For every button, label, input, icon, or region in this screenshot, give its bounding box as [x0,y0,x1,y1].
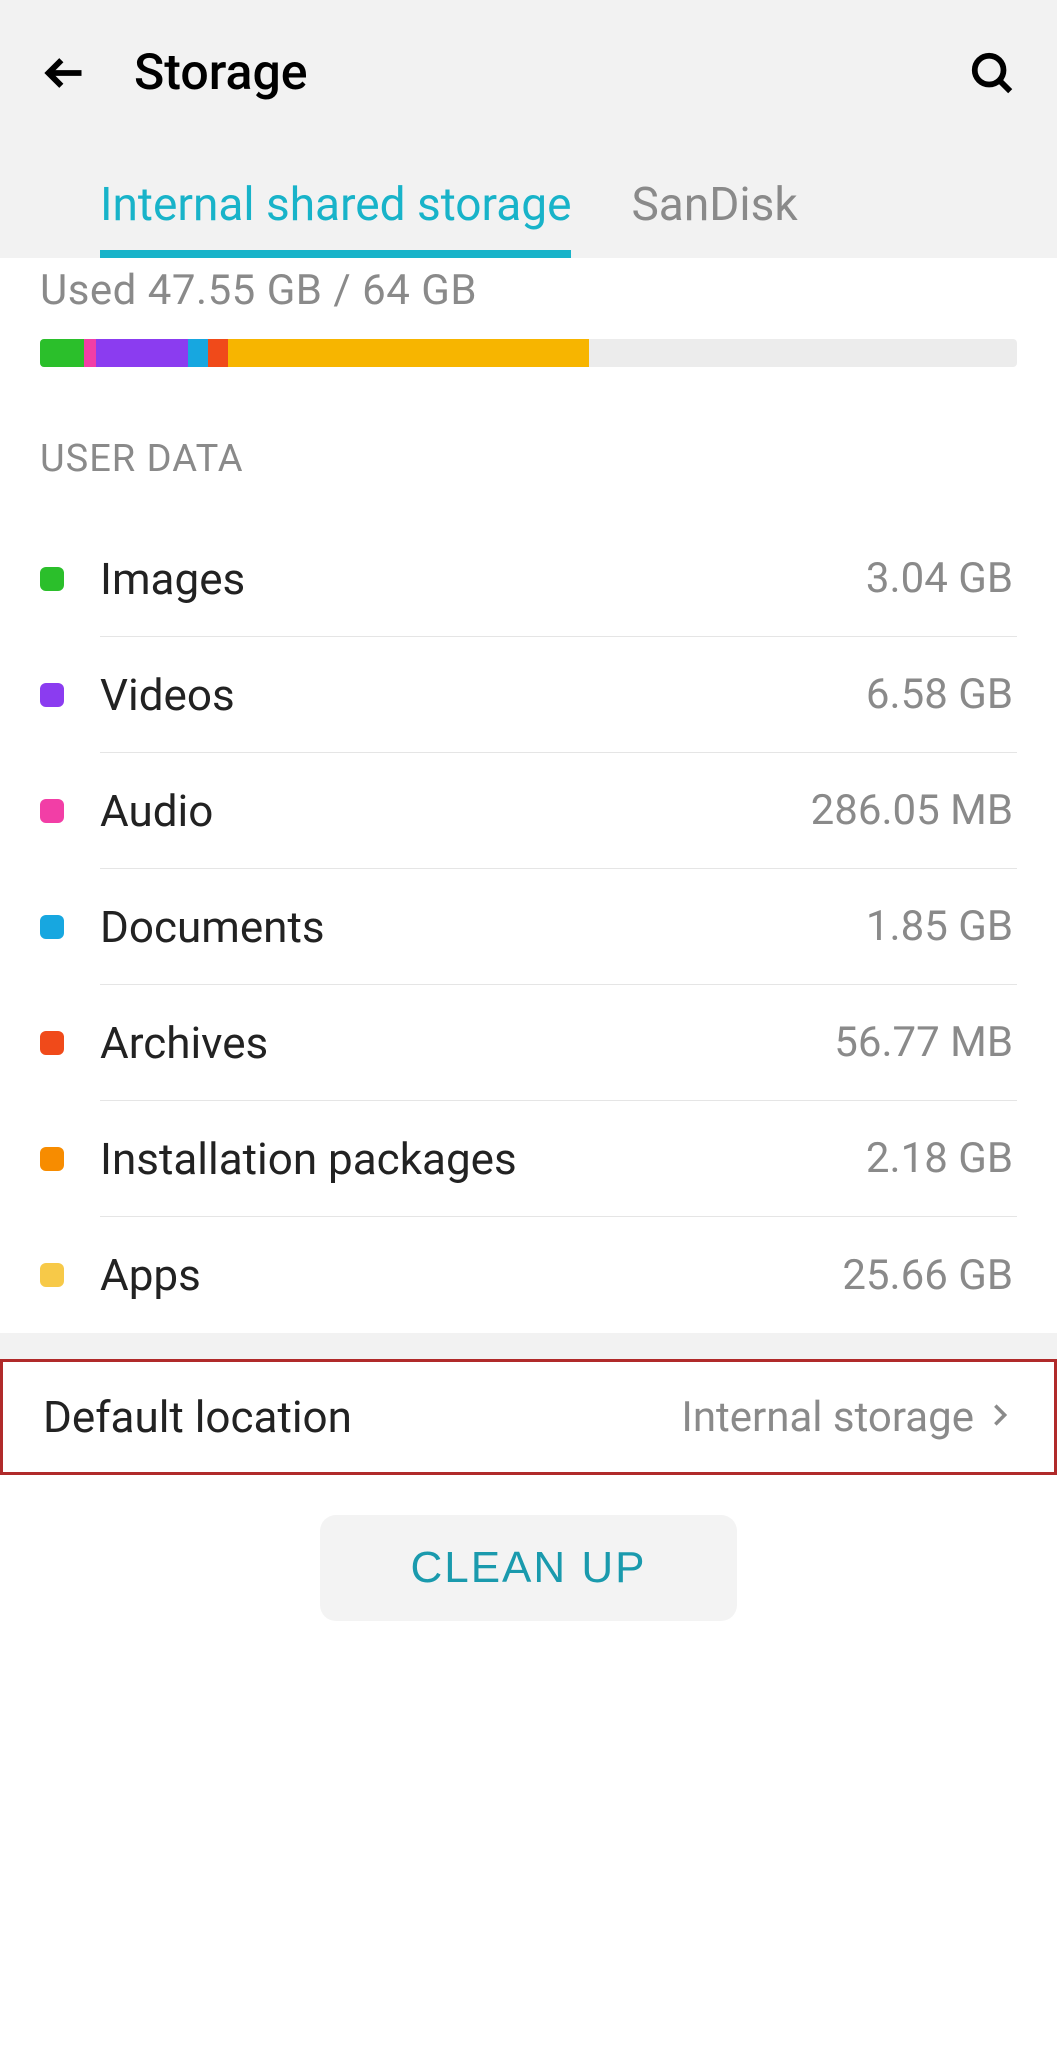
header-top: Storage [40,28,1017,118]
list-item-installation-packages[interactable]: Installation packages 2.18 GB [40,1101,1017,1217]
usage-seg-archives [208,339,228,367]
list-item-archives[interactable]: Archives 56.77 MB [40,985,1017,1101]
default-location-row[interactable]: Default location Internal storage [0,1359,1057,1475]
list-item-audio[interactable]: Audio 286.05 MB [40,753,1017,869]
storage-category-list: Images 3.04 GB Videos 6.58 GB Audio 286.… [40,521,1017,1333]
item-size: 6.58 GB [866,670,1013,719]
color-dot [40,567,64,591]
usage-seg-images [40,339,84,367]
tab-sandisk[interactable]: SanDisk [631,178,797,258]
list-item-images[interactable]: Images 3.04 GB [40,521,1017,637]
item-size: 286.05 MB [811,786,1013,835]
clean-up-button[interactable]: CLEAN UP [320,1515,736,1621]
item-label: Archives [100,1017,834,1069]
chevron-right-icon [986,1401,1014,1433]
content: Used 47.55 GB / 64 GB USER DATA Images 3… [0,258,1057,1359]
color-dot [40,915,64,939]
tab-internal-storage[interactable]: Internal shared storage [100,178,571,258]
back-icon[interactable] [40,48,90,98]
item-size: 56.77 MB [834,1018,1013,1067]
item-size: 1.85 GB [866,902,1013,951]
list-item-documents[interactable]: Documents 1.85 GB [40,869,1017,985]
item-label: Audio [100,785,811,837]
item-label: Installation packages [100,1133,866,1185]
page-title: Storage [134,44,967,102]
section-gap [0,1333,1057,1359]
color-dot [40,1031,64,1055]
search-icon[interactable] [967,48,1017,98]
usage-seg-audio [84,339,96,367]
header: Storage Internal shared storage SanDisk [0,0,1057,258]
section-header-user-data: USER DATA [40,437,1017,521]
usage-seg-videos [96,339,189,367]
item-label: Images [100,553,866,605]
list-item-videos[interactable]: Videos 6.58 GB [40,637,1017,753]
item-size: 25.66 GB [842,1251,1013,1300]
item-label: Videos [100,669,866,721]
color-dot [40,1263,64,1287]
footer: CLEAN UP [0,1475,1057,1621]
item-size: 3.04 GB [866,554,1013,603]
list-item-apps[interactable]: Apps 25.66 GB [40,1217,1017,1333]
default-location-label: Default location [43,1391,681,1443]
usage-summary: Used 47.55 GB / 64 GB [40,258,1017,339]
color-dot [40,1147,64,1171]
tabs: Internal shared storage SanDisk [40,178,1017,258]
item-label: Apps [100,1249,842,1301]
usage-seg-documents [188,339,208,367]
usage-seg-apps [228,339,589,367]
item-size: 2.18 GB [866,1134,1013,1183]
item-label: Documents [100,901,866,953]
default-location-value: Internal storage [681,1393,974,1442]
usage-bar [40,339,1017,367]
color-dot [40,683,64,707]
color-dot [40,799,64,823]
